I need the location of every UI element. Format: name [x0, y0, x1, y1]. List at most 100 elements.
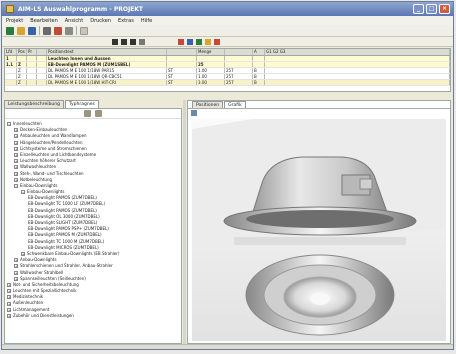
copy-icon[interactable] [65, 26, 73, 35]
tab-typhragnes[interactable]: Typhragnes [64, 100, 99, 108]
close-button[interactable]: × [439, 4, 450, 14]
tree-expander-icon[interactable]: + [7, 313, 11, 318]
settings-icon[interactable] [80, 26, 88, 35]
menu-bar: Projekt Bearbeiten Ansicht Drucken Extra… [2, 16, 453, 25]
tree-print-icon[interactable] [95, 110, 102, 117]
table-cell: DL PAMOS M E 100 1/18W HIT-CRI [47, 80, 167, 85]
print-icon[interactable] [43, 26, 51, 35]
menu-projekt[interactable]: Projekt [6, 18, 23, 24]
minimize-button[interactable]: _ [413, 4, 424, 14]
menu-drucken[interactable]: Drucken [90, 18, 111, 24]
grid-header-cell[interactable]: Menge [197, 49, 225, 55]
tab-positionen[interactable]: Positionen [192, 101, 224, 108]
table-cell [265, 80, 450, 85]
tree-expander-icon[interactable]: + [21, 252, 25, 257]
tree-expander-icon[interactable]: + [7, 282, 11, 287]
indent-icon[interactable] [196, 38, 202, 45]
menu-bearbeiten[interactable]: Bearbeiten [30, 18, 57, 24]
menu-ansicht[interactable]: Ansicht [65, 18, 83, 24]
save-icon[interactable] [28, 26, 36, 35]
table-cell: ST [167, 68, 197, 73]
tree-expand-icon[interactable] [84, 110, 91, 117]
tree-expander-icon[interactable]: + [14, 140, 18, 145]
table-cell [225, 56, 253, 61]
grid-header-cell[interactable] [167, 49, 197, 55]
menu-hilfe[interactable]: Hilfe [141, 18, 152, 24]
table-cell: 1.1 [5, 62, 17, 67]
table-cell [27, 80, 37, 85]
grid-header-cell[interactable]: Positionstext [47, 49, 167, 55]
tree-expander-icon[interactable]: − [7, 122, 11, 127]
tab-leistungsbeschreibung[interactable]: Leistungsbeschreibung [4, 100, 64, 108]
pane-splitter[interactable] [183, 100, 186, 344]
grid-header-cell[interactable]: Lfd [5, 49, 17, 55]
table-cell: EB-Downlight PAMOS M (ZUM1SBEL) [47, 62, 167, 67]
grid-header-cell[interactable]: Pr [27, 49, 37, 55]
product-image [192, 119, 446, 341]
tree-expander-icon[interactable]: + [14, 177, 18, 182]
tree-expander-icon[interactable]: − [14, 183, 18, 188]
tree-expander-icon[interactable]: + [14, 146, 18, 151]
table-cell: 1.00 [197, 68, 225, 73]
arrow-up-icon[interactable] [178, 38, 184, 45]
arrow-down-icon[interactable] [187, 38, 193, 45]
menu-extras[interactable]: Extras [118, 18, 134, 24]
right-tabs: Positionen Grafik [188, 101, 450, 109]
table-row[interactable]: Z DL PAMOS M E 100 1/18W HIT-CRI ST 3.00 257… [5, 80, 450, 86]
tree-expander-icon[interactable]: + [14, 159, 18, 164]
table-cell: 1 [5, 56, 17, 61]
tree-item[interactable]: + Zubehör und Dienstleistungen [7, 313, 181, 319]
tree-expander-icon[interactable]: + [7, 289, 11, 294]
tree-expander-icon[interactable]: − [21, 190, 25, 195]
delete-icon[interactable] [54, 26, 62, 35]
new-icon[interactable] [6, 26, 14, 35]
app-window: AIM-LS Auswahlprogramm - PROJEKT _ □ × P… [1, 1, 454, 350]
preview-panel: Positionen Grafik [187, 100, 451, 344]
table-cell [37, 68, 47, 73]
tree-expander-icon[interactable]: + [14, 134, 18, 139]
underline-icon[interactable] [130, 38, 136, 45]
position-grid: Lfd Pos Pr Positionstext Menge A G1 G2 G… [4, 48, 451, 92]
window-title: AIM-LS Auswahlprogramm - PROJEKT [18, 5, 144, 13]
grid-header-cell[interactable] [37, 49, 47, 55]
open-icon[interactable] [17, 26, 25, 35]
grid-header-cell[interactable] [225, 49, 253, 55]
align-icon[interactable] [139, 38, 145, 45]
table-cell [27, 62, 37, 67]
italic-icon[interactable] [121, 38, 127, 45]
tree-expander-icon[interactable]: + [14, 258, 18, 263]
edit-toolbar [2, 37, 453, 47]
table-cell: DL PAMOS M E 100 1/18W QR-CBC51 [47, 74, 167, 79]
tree-expander-icon[interactable]: + [14, 171, 18, 176]
tab-grafik[interactable]: Grafik [224, 101, 246, 108]
table-cell: Z [17, 62, 27, 67]
table-cell: B [253, 68, 265, 73]
tree-expander-icon[interactable]: + [7, 301, 11, 306]
table-cell [265, 56, 450, 61]
maximize-button[interactable]: □ [426, 4, 437, 14]
tree-expander-icon[interactable]: + [14, 276, 18, 281]
tree-expander-icon[interactable]: + [14, 165, 18, 170]
table-cell [265, 62, 450, 67]
tree-expander-icon[interactable]: + [7, 307, 11, 312]
image-icon[interactable] [191, 110, 197, 116]
flag-icon[interactable] [214, 38, 220, 45]
tree-expander-icon[interactable]: + [7, 295, 11, 300]
tree-expander-icon[interactable]: + [14, 270, 18, 275]
table-cell [167, 56, 197, 61]
tree-expander-icon[interactable]: + [14, 264, 18, 269]
grid-header-cell[interactable]: A [253, 49, 265, 55]
left-tabs: Leistungsbeschreibung Typhragnes [4, 100, 99, 108]
grid-body: 1 Leuchten Innen und Aussen 1.1 Z EB-Downlig… [5, 56, 450, 86]
table-cell: Z [17, 74, 27, 79]
grid-header-cell[interactable]: G1 G2 G3 [265, 49, 450, 55]
tree-panel: − Innenleuchten + Decken-Einbauleuchten + Anb… [4, 108, 182, 344]
table-cell: Z [17, 80, 27, 85]
table-cell [27, 68, 37, 73]
bold-icon[interactable] [112, 38, 118, 45]
tree-expander-icon[interactable]: + [14, 153, 18, 158]
table-cell: ST [167, 80, 197, 85]
tree-expander-icon[interactable]: + [14, 128, 18, 133]
grid-header-cell[interactable]: Pos [17, 49, 27, 55]
folder-icon[interactable] [205, 38, 211, 45]
